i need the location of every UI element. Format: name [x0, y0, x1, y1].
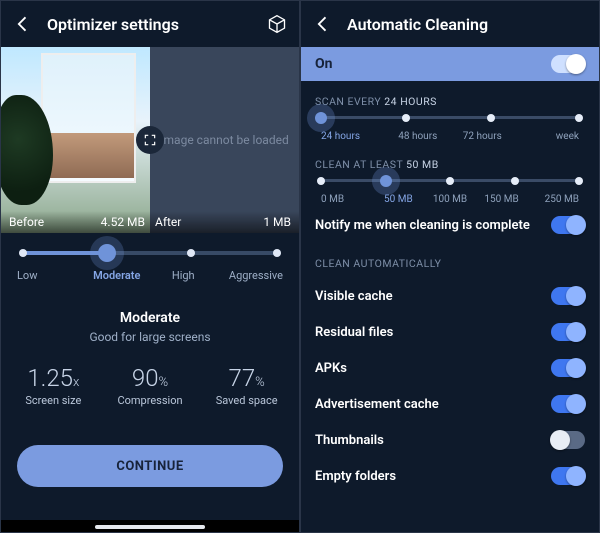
quality-opt-high[interactable]: High — [150, 269, 217, 282]
compression-value: 90 — [132, 364, 159, 392]
optimizer-screen: Optimizer settings Image cannot be loade… — [0, 0, 300, 533]
item-visible-cache[interactable]: Visible cache — [301, 278, 599, 314]
after-error-text: Image cannot be loaded — [160, 133, 288, 147]
before-size: 4.52 MB — [101, 215, 145, 229]
master-toggle[interactable] — [551, 55, 585, 73]
notify-label: Notify me when cleaning is complete — [315, 218, 530, 233]
after-label: After — [155, 215, 181, 229]
toggle-visible-cache[interactable] — [551, 287, 585, 305]
stats-row: 1.25x Screen size 90% Compression 77% Sa… — [1, 364, 299, 407]
item-thumbnails[interactable]: Thumbnails — [301, 422, 599, 458]
auto-list: Visible cache Residual files APKs Advert… — [301, 278, 599, 504]
saved-value: 77 — [229, 364, 256, 392]
min-opt-100[interactable]: 100 MB — [424, 194, 476, 205]
scan-slider[interactable]: 24 hours 48 hours 72 hours week — [301, 116, 599, 144]
clean-min-header: CLEAN AT LEAST 50 MB — [301, 144, 599, 179]
header: Automatic Cleaning — [301, 1, 599, 47]
toggle-empty-folders[interactable] — [551, 467, 585, 485]
quality-opt-moderate[interactable]: Moderate — [84, 269, 151, 282]
page-title: Optimizer settings — [47, 15, 253, 34]
header: Optimizer settings — [1, 1, 299, 47]
scan-opt-week[interactable]: week — [515, 131, 580, 142]
quality-slider[interactable]: Low Moderate High Aggressive — [1, 233, 299, 288]
compression-label: Compression — [102, 394, 199, 407]
compression-unit: % — [159, 375, 169, 390]
item-ad-cache[interactable]: Advertisement cache — [301, 386, 599, 422]
screen-size-label: Screen size — [5, 394, 102, 407]
cube-icon[interactable] — [267, 14, 287, 34]
min-opt-0[interactable]: 0 MB — [321, 194, 373, 205]
expand-icon[interactable] — [136, 126, 164, 154]
compare-captions: Before 4.52 MB After 1 MB — [1, 211, 299, 233]
item-apks[interactable]: APKs — [301, 350, 599, 386]
scan-opt-72h[interactable]: 72 hours — [450, 131, 515, 142]
clean-min-slider[interactable]: 0 MB 50 MB 100 MB 150 MB 250 MB — [301, 179, 599, 207]
screen-size-unit: x — [73, 375, 79, 390]
auto-header: CLEAN AUTOMATICALLY — [301, 243, 599, 278]
continue-button[interactable]: CONTINUE — [17, 445, 283, 487]
min-opt-250[interactable]: 250 MB — [527, 194, 579, 205]
page-title: Automatic Cleaning — [347, 15, 587, 34]
toggle-ad-cache[interactable] — [551, 395, 585, 413]
saved-unit: % — [255, 375, 265, 390]
min-opt-150[interactable]: 150 MB — [476, 194, 528, 205]
item-empty-folders[interactable]: Empty folders — [301, 458, 599, 494]
min-opt-50[interactable]: 50 MB — [373, 194, 425, 205]
toggle-apks[interactable] — [551, 359, 585, 377]
auto-cleaning-screen: Automatic Cleaning On SCAN EVERY 24 HOUR… — [300, 0, 600, 533]
quality-labels: Low Moderate High Aggressive — [17, 269, 283, 282]
toggle-thumbnails[interactable] — [551, 431, 585, 449]
quality-opt-low[interactable]: Low — [17, 269, 84, 282]
back-icon[interactable] — [313, 14, 333, 34]
saved-label: Saved space — [198, 394, 295, 407]
toggle-residual-files[interactable] — [551, 323, 585, 341]
master-toggle-bar[interactable]: On — [301, 47, 599, 81]
quality-description: Moderate Good for large screens — [1, 310, 299, 344]
on-label: On — [315, 56, 333, 72]
notify-toggle[interactable] — [551, 216, 585, 234]
before-after-compare[interactable]: Image cannot be loaded Before 4.52 MB Af… — [1, 47, 299, 233]
screen-size-value: 1.25 — [27, 364, 73, 392]
scan-header: SCAN EVERY 24 HOURS — [301, 81, 599, 116]
quality-sub: Good for large screens — [1, 330, 299, 344]
item-residual-files[interactable]: Residual files — [301, 314, 599, 350]
scan-opt-24h[interactable]: 24 hours — [321, 131, 386, 142]
after-image: Image cannot be loaded — [150, 47, 299, 233]
after-size: 1 MB — [263, 215, 291, 229]
before-image — [1, 47, 150, 233]
before-label: Before — [9, 215, 44, 229]
quality-opt-aggressive[interactable]: Aggressive — [217, 269, 284, 282]
back-icon[interactable] — [13, 14, 33, 34]
notify-row[interactable]: Notify me when cleaning is complete — [301, 207, 599, 243]
scan-opt-48h[interactable]: 48 hours — [386, 131, 451, 142]
home-indicator[interactable] — [95, 525, 205, 529]
quality-heading: Moderate — [1, 310, 299, 326]
